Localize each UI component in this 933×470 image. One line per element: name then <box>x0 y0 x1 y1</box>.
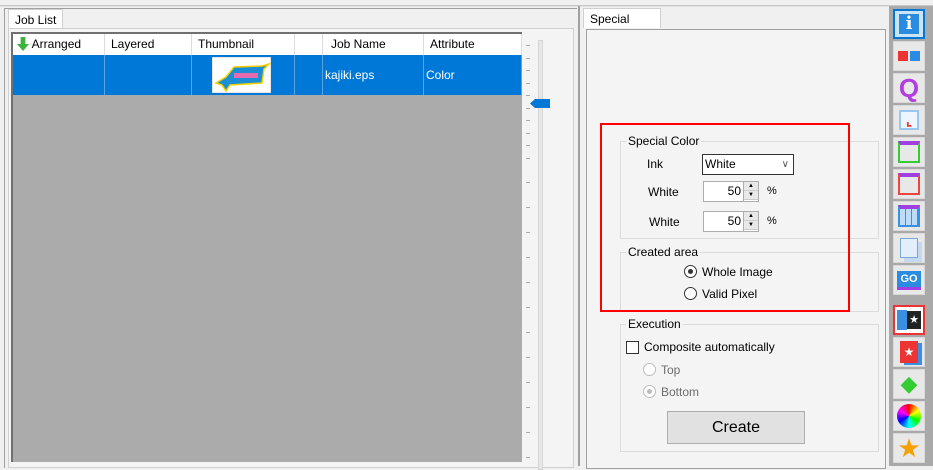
column-label: Arranged <box>31 37 82 51</box>
slider-tick <box>526 307 530 308</box>
nesting-icon[interactable] <box>893 169 925 199</box>
info-glyph: i <box>899 14 919 34</box>
top-label: Top <box>661 363 681 377</box>
photo-star-icon[interactable]: ★ <box>893 337 925 367</box>
q-glyph: Q <box>898 72 920 103</box>
slider-tick <box>526 108 530 109</box>
top-divider <box>0 5 933 7</box>
copy-icon[interactable] <box>893 233 925 263</box>
special-plate-icon[interactable]: ★ <box>893 305 925 335</box>
slider-tick <box>526 257 530 258</box>
slider-tick <box>526 58 530 59</box>
cell-attribute: Color <box>424 55 522 95</box>
job-table: Arranged Layered Thumbnail Job Name Attr… <box>11 32 522 462</box>
slider-tick <box>526 357 530 358</box>
slider-tick <box>526 133 530 134</box>
go-icon[interactable]: GO <box>893 265 925 295</box>
go-glyph: GO <box>897 270 921 290</box>
tab-special-plate[interactable]: Special plate <box>583 8 661 42</box>
slider-tick <box>526 95 530 96</box>
sort-down-arrow-icon <box>17 37 29 51</box>
slider-tick <box>526 182 530 183</box>
tab-job-list[interactable]: Job List <box>8 9 64 29</box>
column-blank[interactable] <box>295 34 323 55</box>
slider-tick <box>526 232 530 233</box>
highlight-box <box>600 123 850 312</box>
layout-icon[interactable] <box>893 137 925 167</box>
composite-checkbox[interactable] <box>626 341 639 354</box>
slider-tick <box>526 282 530 283</box>
cell-layered <box>105 55 192 95</box>
composite-label: Composite automatically <box>644 340 775 354</box>
layers-icon[interactable]: ◆ <box>893 369 925 399</box>
radio-bottom[interactable] <box>643 385 656 398</box>
info-icon[interactable]: i <box>893 9 925 39</box>
thumbnail-image <box>212 57 271 93</box>
bottom-label: Bottom <box>661 385 700 399</box>
column-arranged[interactable]: Arranged <box>13 34 105 55</box>
slider-tick <box>526 432 530 433</box>
cell-job-name: kajiki.eps <box>323 55 424 95</box>
slider-tick <box>526 145 530 146</box>
slider-tick <box>526 120 530 121</box>
panel-splitter[interactable] <box>578 6 580 466</box>
slider-thumb[interactable] <box>530 99 550 108</box>
cell-arranged <box>13 55 105 95</box>
slider-tick <box>526 158 530 159</box>
slider-tick <box>526 45 530 46</box>
tiling-icon[interactable] <box>893 201 925 231</box>
column-layered[interactable]: Layered <box>105 34 192 55</box>
column-thumbnail[interactable]: Thumbnail <box>192 34 295 55</box>
link-color-icon[interactable] <box>893 41 925 71</box>
execution-title: Execution <box>626 317 683 331</box>
slider-tick <box>526 207 530 208</box>
table-header: Arranged Layered Thumbnail Job Name Attr… <box>13 34 522 55</box>
cell-blank <box>295 55 323 95</box>
radio-top[interactable] <box>643 363 656 376</box>
slider-tick <box>526 407 530 408</box>
slider-tick <box>526 382 530 383</box>
cell-thumbnail <box>192 55 295 95</box>
slider-tick <box>526 70 530 71</box>
column-job-name[interactable]: Job Name <box>323 34 424 55</box>
q-icon[interactable]: Q <box>893 73 925 103</box>
slider-tick <box>526 457 530 458</box>
crop-icon[interactable]: ⌞ <box>893 105 925 135</box>
column-attribute[interactable]: Attribute <box>424 34 522 55</box>
create-button[interactable]: Create <box>667 411 805 444</box>
slider-tick <box>526 332 530 333</box>
slider-tick <box>526 83 530 84</box>
table-row[interactable]: kajiki.eps Color <box>13 55 522 95</box>
color-wheel-icon[interactable] <box>893 401 925 431</box>
thumbnail-zoom-slider[interactable] <box>522 32 570 470</box>
